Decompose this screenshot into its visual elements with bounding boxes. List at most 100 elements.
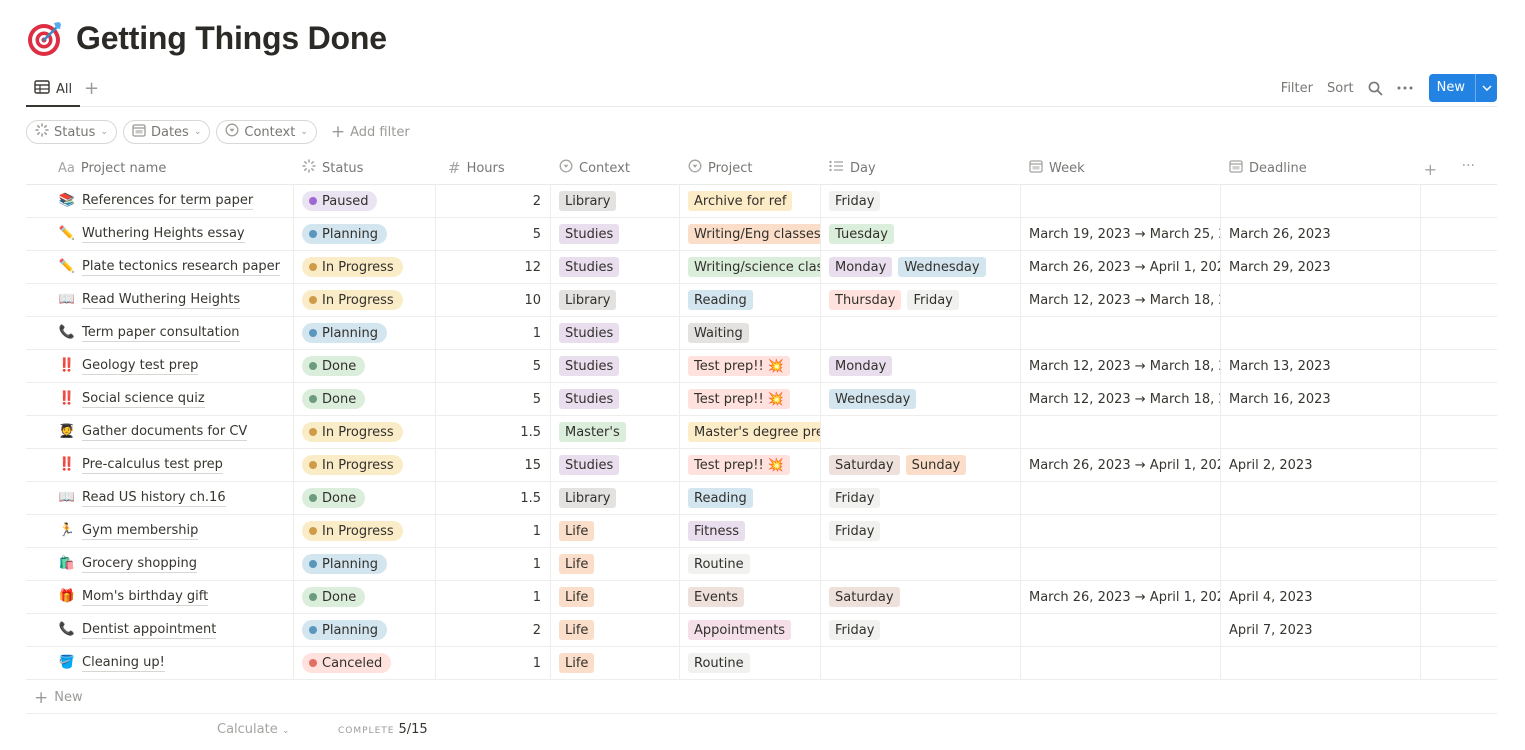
cell-status[interactable]: Done [294, 383, 436, 415]
cell-deadline[interactable]: March 13, 2023 [1221, 350, 1421, 382]
day-tag[interactable]: Friday [829, 521, 881, 541]
cell-hours[interactable]: 1 [436, 515, 551, 547]
project-name[interactable]: Gather documents for CV [82, 424, 248, 441]
cell-project-name[interactable]: 🪣 Cleaning up! [26, 647, 294, 679]
cell-status[interactable]: Done [294, 581, 436, 613]
project-tag[interactable]: Test prep!! 💥 [688, 455, 791, 475]
cell-context[interactable]: Library [551, 284, 680, 316]
cell-project[interactable]: Reading [680, 482, 821, 514]
project-name[interactable]: Geology test prep [82, 358, 199, 375]
filter-chip-dates[interactable]: Dates ⌄ [122, 120, 211, 144]
project-name[interactable]: Social science quiz [82, 391, 205, 408]
cell-project[interactable]: Test prep!! 💥 [680, 383, 821, 415]
table-row[interactable]: 🏃 Gym membership In Progress 1 Life Fitness Fr… [26, 515, 1497, 548]
project-tag[interactable]: Master's degree prep [688, 422, 820, 442]
project-name[interactable]: Mom's birthday gift [82, 589, 209, 606]
context-tag[interactable]: Life [559, 554, 595, 574]
day-tag[interactable]: Friday [829, 191, 881, 211]
table-row[interactable]: ✏️ Plate tectonics research paper In Progr… [26, 251, 1497, 284]
cell-deadline[interactable] [1221, 284, 1421, 316]
project-tag[interactable]: Test prep!! 💥 [688, 356, 791, 376]
table-row[interactable]: ‼️ Geology test prep Done 5 Studies Test prep… [26, 350, 1497, 383]
cell-context[interactable]: Life [551, 515, 680, 547]
cell-day[interactable]: Friday [821, 185, 1021, 217]
cell-status[interactable]: Planning [294, 218, 436, 250]
status-badge[interactable]: In Progress [302, 422, 403, 442]
cell-project[interactable]: Fitness [680, 515, 821, 547]
cell-status[interactable]: Planning [294, 548, 436, 580]
cell-day[interactable]: Monday Wednesday [821, 251, 1021, 283]
context-tag[interactable]: Master's [559, 422, 626, 442]
cell-week[interactable]: March 26, 2023 → April 1, 2023 [1021, 449, 1221, 481]
cell-day[interactable] [821, 548, 1021, 580]
project-tag[interactable]: Writing/Eng classes [688, 224, 820, 244]
cell-day[interactable] [821, 416, 1021, 448]
context-tag[interactable]: Studies [559, 356, 620, 376]
cell-project[interactable]: Routine [680, 548, 821, 580]
column-header-context[interactable]: Context [551, 152, 680, 184]
cell-project[interactable]: Waiting [680, 317, 821, 349]
table-row[interactable]: 📞 Term paper consultation Planning 1 Studies… [26, 317, 1497, 350]
cell-week[interactable] [1021, 416, 1221, 448]
cell-hours[interactable]: 1 [436, 647, 551, 679]
project-name[interactable]: Read US history ch.16 [82, 490, 226, 507]
cell-day[interactable]: Friday [821, 515, 1021, 547]
cell-deadline[interactable] [1221, 515, 1421, 547]
context-tag[interactable]: Library [559, 191, 617, 211]
new-button-label[interactable]: New [1429, 74, 1475, 102]
cell-day[interactable]: Wednesday [821, 383, 1021, 415]
day-tag[interactable]: Monday [829, 356, 893, 376]
cell-deadline[interactable]: April 7, 2023 [1221, 614, 1421, 646]
table-row[interactable]: 📖 Read US history ch.16 Done 1.5 Library Read… [26, 482, 1497, 515]
cell-day[interactable]: Thursday Friday [821, 284, 1021, 316]
status-badge[interactable]: In Progress [302, 257, 403, 277]
cell-project-name[interactable]: ✏️ Plate tectonics research paper [26, 251, 294, 283]
cell-context[interactable]: Life [551, 614, 680, 646]
project-name[interactable]: Grocery shopping [82, 556, 197, 573]
cell-context[interactable]: Life [551, 581, 680, 613]
table-row[interactable]: 🪣 Cleaning up! Canceled 1 Life Routine [26, 647, 1497, 680]
cell-deadline[interactable]: April 2, 2023 [1221, 449, 1421, 481]
cell-status[interactable]: Canceled [294, 647, 436, 679]
project-tag[interactable]: Writing/science classes [688, 257, 820, 277]
project-tag[interactable]: Archive for ref [688, 191, 793, 211]
project-name[interactable]: Gym membership [82, 523, 199, 540]
table-row[interactable]: ‼️ Pre-calculus test prep In Progress 15 Stu… [26, 449, 1497, 482]
table-row[interactable]: 🧑‍🎓 Gather documents for CV In Progress 1.5… [26, 416, 1497, 449]
cell-context[interactable]: Library [551, 185, 680, 217]
cell-context[interactable]: Studies [551, 218, 680, 250]
cell-week[interactable]: March 12, 2023 → March 18, 2023 [1021, 284, 1221, 316]
cell-status[interactable]: Planning [294, 317, 436, 349]
cell-status[interactable]: Done [294, 350, 436, 382]
cell-day[interactable]: Friday [821, 482, 1021, 514]
cell-project-name[interactable]: 📖 Read Wuthering Heights [26, 284, 294, 316]
project-name[interactable]: Plate tectonics research paper [82, 259, 281, 276]
cell-project-name[interactable]: ✏️ Wuthering Heights essay [26, 218, 294, 250]
cell-hours[interactable]: 1.5 [436, 416, 551, 448]
cell-status[interactable]: Paused [294, 185, 436, 217]
cell-week[interactable] [1021, 482, 1221, 514]
cell-project[interactable]: Writing/Eng classes [680, 218, 821, 250]
cell-status[interactable]: In Progress [294, 251, 436, 283]
context-tag[interactable]: Life [559, 587, 595, 607]
search-icon[interactable] [1368, 81, 1383, 96]
status-badge[interactable]: Planning [302, 323, 387, 343]
status-badge[interactable]: Planning [302, 620, 387, 640]
cell-project[interactable]: Reading [680, 284, 821, 316]
cell-hours[interactable]: 1.5 [436, 482, 551, 514]
add-view-icon[interactable]: + [84, 79, 99, 99]
day-tag[interactable]: Monday [829, 257, 893, 277]
project-name[interactable]: Pre-calculus test prep [82, 457, 223, 474]
cell-context[interactable]: Studies [551, 317, 680, 349]
cell-deadline[interactable] [1221, 317, 1421, 349]
day-tag[interactable]: Tuesday [829, 224, 894, 244]
table-row[interactable]: 📚 References for term paper Paused 2 Library… [26, 185, 1497, 218]
cell-deadline[interactable]: March 29, 2023 [1221, 251, 1421, 283]
cell-day[interactable]: Saturday [821, 581, 1021, 613]
column-header-project[interactable]: Project [680, 152, 821, 184]
cell-day[interactable] [821, 647, 1021, 679]
column-header-day[interactable]: Day [821, 152, 1021, 184]
cell-project[interactable]: Routine [680, 647, 821, 679]
day-tag[interactable]: Wednesday [829, 389, 917, 409]
cell-project-name[interactable]: ‼️ Geology test prep [26, 350, 294, 382]
